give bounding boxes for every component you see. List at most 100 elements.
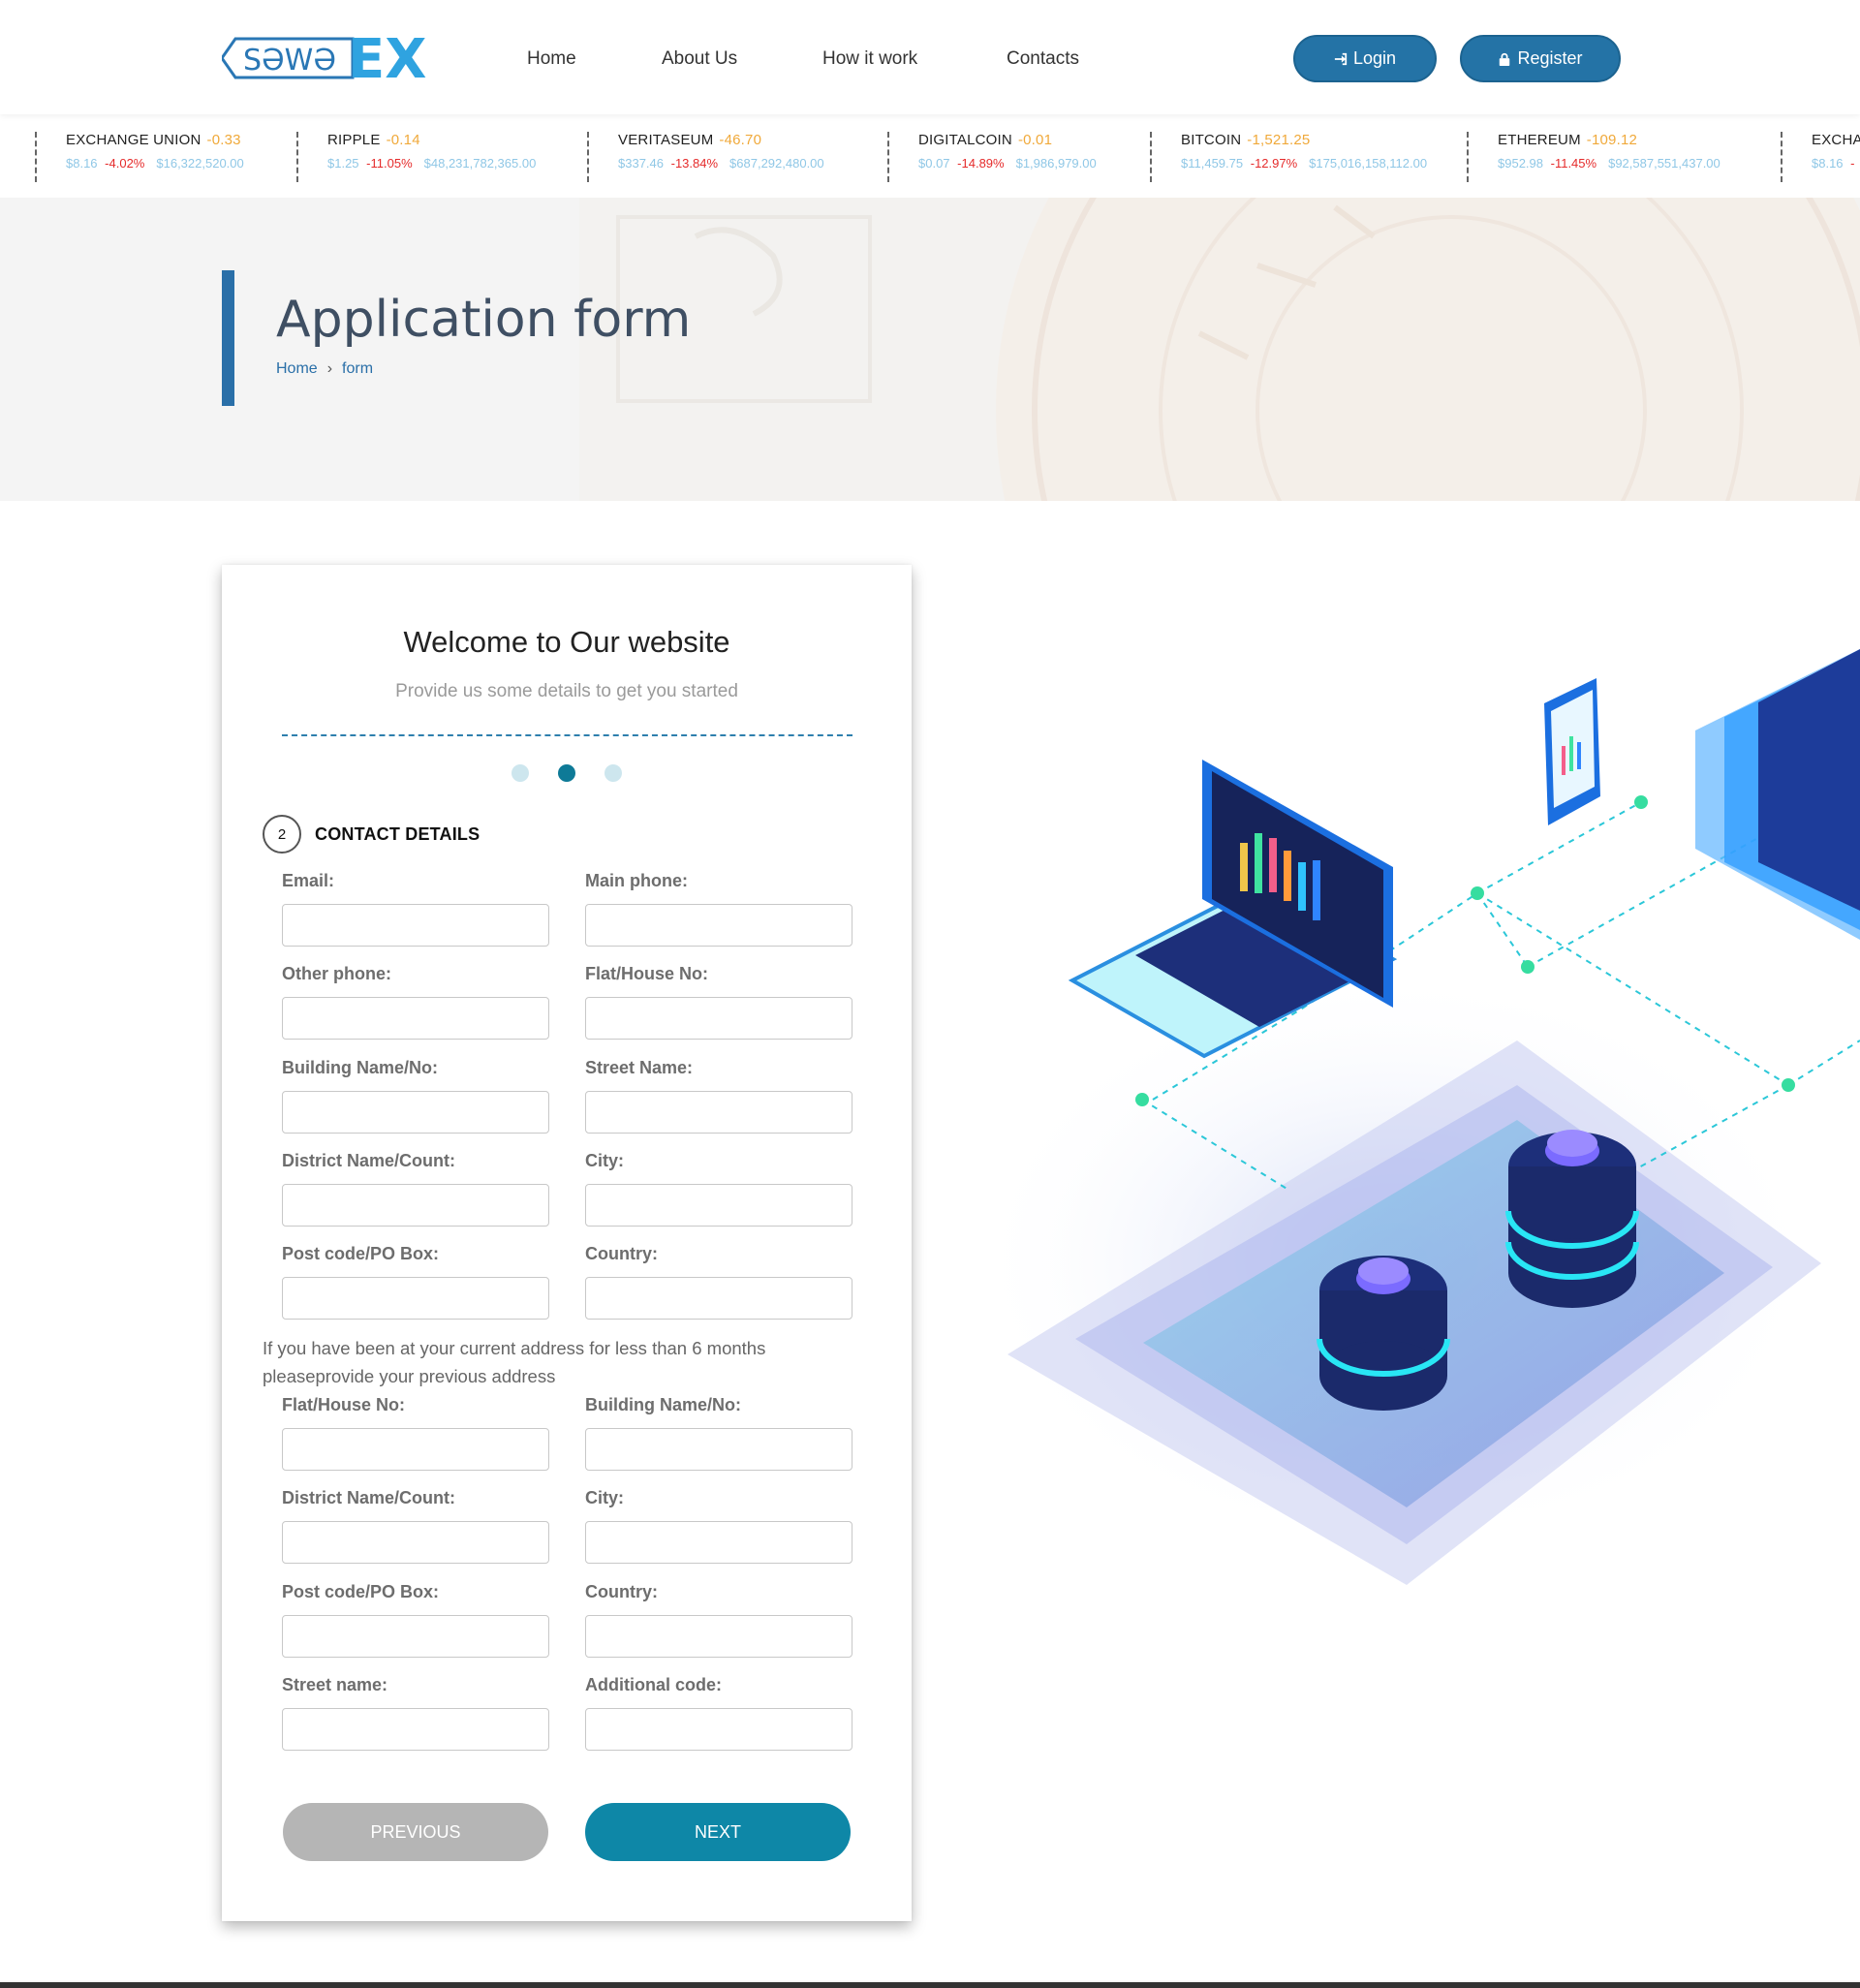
coin-price: $952.98 [1498,156,1543,171]
form-subtitle: Provide us some details to get you start… [395,681,738,701]
district-field[interactable] [282,1184,549,1227]
coin-name: EXCHA [1812,132,1860,148]
other-phone-field-group: Other phone: [282,964,549,1040]
coin-background-image [579,198,1860,501]
coin-pct: -4.02% [105,156,145,171]
coin-pct: -12.97% [1250,156,1298,171]
coin-name: ETHEREUM [1498,132,1581,148]
prev-district-field-group: District Name/Count: [282,1488,549,1564]
prev-postcode-field[interactable] [282,1615,549,1658]
database-coin-icon [1317,1256,1450,1411]
coin-change: -109.12 [1586,132,1638,148]
application-form-card: Welcome to Our website Provide us some d… [222,565,912,1921]
ticker-item: RIPPLE -0.14 $1.25 -11.05% $48,231,782,365… [296,132,536,182]
prev-street-label: Street name: [282,1675,388,1694]
postcode-field-group: Post code/PO Box: [282,1244,549,1320]
previous-button[interactable]: PREVIOUS [283,1803,548,1861]
coin-price: $11,459.75 [1181,156,1244,171]
coin-change: -0.01 [1017,132,1053,148]
step-dot-1[interactable] [512,764,529,782]
district-field-group: District Name/Count: [282,1151,549,1227]
ticker-item: DIGITALCOIN -0.01 $0.07 -14.89% $1,986,979… [887,132,1097,182]
coin-cap: $92,587,551,437.00 [1608,156,1720,171]
ticker-item: EXCHA $8.16 - [1781,132,1860,182]
country-label: Country: [585,1244,658,1263]
database-coin-icon [1505,1130,1639,1308]
coin-name: VERITASEUM [618,132,714,148]
form-title: Welcome to Our website [403,625,730,659]
nav-home[interactable]: Home [527,48,576,70]
additional-code-field[interactable] [585,1708,852,1751]
street-field[interactable] [585,1091,852,1134]
cube-icon [1695,649,1860,940]
building-field[interactable] [282,1091,549,1134]
prev-city-field[interactable] [585,1521,852,1564]
coin-name: BITCOIN [1181,132,1242,148]
coin-cap: $16,322,520.00 [156,156,244,171]
main-phone-field-group: Main phone: [585,871,852,947]
prev-country-field-group: Country: [585,1582,852,1658]
coin-pct: -14.89% [957,156,1005,171]
email-field-group: Email: [282,871,549,947]
other-phone-field[interactable] [282,997,549,1040]
postcode-label: Post code/PO Box: [282,1244,440,1263]
coin-change: -46.70 [719,132,762,148]
prev-flat-house-field[interactable] [282,1428,549,1471]
section-label: CONTACT DETAILS [315,823,480,844]
prev-postcode-field-group: Post code/PO Box: [282,1582,549,1658]
nav-contacts[interactable]: Contacts [1007,48,1079,70]
footer-edge [0,1982,1860,1988]
lock-icon [1500,52,1510,66]
prev-flat-house-field-group: Flat/House No: [282,1395,549,1471]
register-button[interactable]: Register [1460,35,1621,82]
prev-flat-house-label: Flat/House No: [282,1395,406,1414]
prev-city-label: City: [585,1488,624,1507]
coin-change: -1,521.25 [1247,132,1311,148]
step-dot-2[interactable] [558,764,575,782]
main-phone-field[interactable] [585,904,852,947]
breadcrumb: Home › form [276,360,373,378]
step-dot-3[interactable] [604,764,622,782]
city-field[interactable] [585,1184,852,1227]
coin-price: $8.16 [1812,156,1844,171]
other-phone-label: Other phone: [282,964,391,983]
prev-street-field[interactable] [282,1708,549,1751]
coin-pct: -13.84% [670,156,719,171]
prev-building-label: Building Name/No: [585,1395,741,1414]
prev-country-field[interactable] [585,1615,852,1658]
coin-cap: $687,292,480.00 [729,156,824,171]
flat-house-label: Flat/House No: [585,964,709,983]
brand-logo[interactable]: SƏWƏ EX [222,29,429,87]
nav-how-it-work[interactable]: How it work [822,48,917,70]
breadcrumb-home[interactable]: Home [276,360,318,377]
postcode-field[interactable] [282,1277,549,1320]
ticker-separator [0,132,21,182]
ticker-item: BITCOIN -1,521.25 $11,459.75 -12.97% $175,… [1150,132,1427,182]
phone-icon [1544,678,1600,825]
coin-cap: $1,986,979.00 [1015,156,1097,171]
prev-building-field[interactable] [585,1428,852,1471]
building-label: Building Name/No: [282,1058,438,1077]
additional-code-field-group: Additional code: [585,1675,852,1751]
ticker-item: ETHEREUM -109.12 $952.98 -11.45% $92,587,5… [1467,132,1720,182]
flat-house-field[interactable] [585,997,852,1040]
ticker-item: VERITASEUM -46.70 $337.46 -13.84% $687,292… [587,132,824,182]
register-label: Register [1517,48,1583,68]
login-button[interactable]: Login [1293,35,1437,82]
step-indicator [222,764,912,782]
form-divider [282,734,852,736]
crypto-ticker: EXCHANGE UNION -0.33 $8.16 -4.02% $16,322,… [0,114,1860,198]
coin-pct: - [1850,156,1855,171]
city-label: City: [585,1151,624,1170]
country-field[interactable] [585,1277,852,1320]
nav-about[interactable]: About Us [662,48,737,70]
coin-name: DIGITALCOIN [918,132,1012,148]
prev-district-field[interactable] [282,1521,549,1564]
next-button[interactable]: NEXT [585,1803,851,1861]
coin-price: $1.25 [327,156,359,171]
email-field[interactable] [282,904,549,947]
prev-country-label: Country: [585,1582,658,1601]
logo-text: SƏWƏ [243,44,336,78]
country-field-group: Country: [585,1244,852,1320]
section-header: 2 CONTACT DETAILS [263,815,480,854]
